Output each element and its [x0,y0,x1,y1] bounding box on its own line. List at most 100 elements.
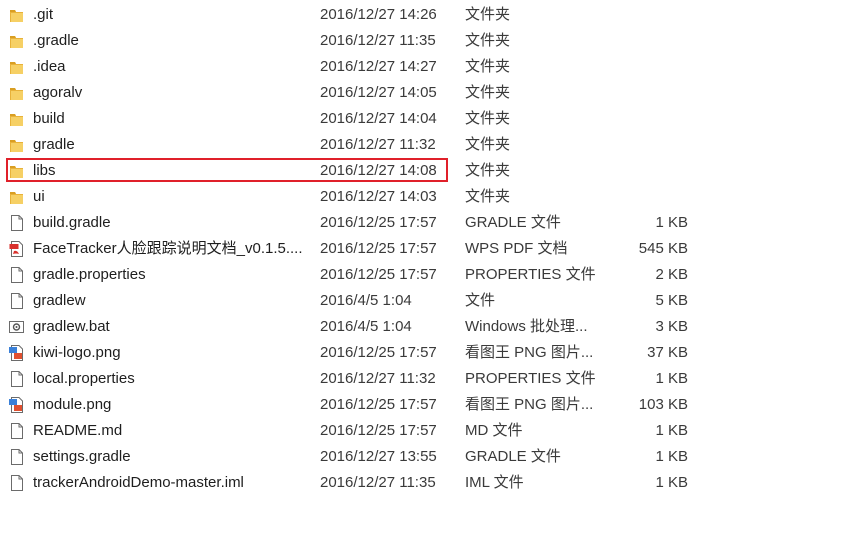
file-row[interactable]: gradlew 2016/4/5 1:04 文件 5 KB [0,288,865,314]
file-icon [9,449,24,465]
file-type: 看图王 PNG 图片... [465,396,594,413]
file-date-modified: 2016/12/25 17:57 [320,422,437,439]
file-type: 文件夹 [465,32,511,49]
folder-icon [9,137,24,153]
file-date-modified: 2016/12/25 17:57 [320,266,437,283]
file-name: gradlew [33,292,86,309]
folder-icon [9,189,24,205]
file-name: .git [33,6,54,23]
file-type: 文件夹 [465,58,511,75]
folder-icon [9,7,24,23]
file-row[interactable]: gradle.properties 2016/12/25 17:57 PROPERT… [0,262,865,288]
file-row[interactable]: libs 2016/12/27 14:08 文件夹 [0,158,865,184]
file-row[interactable]: .gradle 2016/12/27 11:35 文件夹 [0,28,865,54]
file-size: 1 KB [655,370,688,387]
image-icon [9,345,24,361]
file-size: 545 KB [638,240,688,257]
file-type: 文件夹 [465,188,511,205]
file-size: 2 KB [655,266,688,283]
file-date-modified: 2016/4/5 1:04 [320,292,412,309]
file-type: MD 文件 [465,422,523,439]
file-size: 103 KB [638,396,688,413]
file-name: build.gradle [33,214,111,231]
file-type: 文件夹 [465,84,511,101]
file-row[interactable]: README.md 2016/12/25 17:57 MD 文件 1 KB [0,418,865,444]
file-date-modified: 2016/4/5 1:04 [320,318,412,335]
file-name: gradlew.bat [33,318,110,335]
file-date-modified: 2016/12/27 14:04 [320,110,437,127]
file-date-modified: 2016/12/27 14:27 [320,58,437,75]
file-name: .idea [33,58,66,75]
file-row[interactable]: .git 2016/12/27 14:26 文件夹 [0,2,865,28]
file-date-modified: 2016/12/25 17:57 [320,240,437,257]
file-row[interactable]: kiwi-logo.png 2016/12/25 17:57 看图王 PNG 图片.… [0,340,865,366]
file-row[interactable]: build.gradle 2016/12/25 17:57 GRADLE 文件 1 K… [0,210,865,236]
file-list: .git 2016/12/27 14:26 文件夹 .gradle 2016/12/27… [0,2,865,496]
file-icon [9,475,24,491]
file-name: kiwi-logo.png [33,344,121,361]
file-name: FaceTracker人脸跟踪说明文档_v0.1.5.... [33,240,303,257]
file-date-modified: 2016/12/27 14:26 [320,6,437,23]
file-row[interactable]: gradle 2016/12/27 11:32 文件夹 [0,132,865,158]
file-date-modified: 2016/12/27 11:32 [320,370,436,387]
file-name: README.md [33,422,123,439]
file-type: Windows 批处理... [465,318,588,335]
file-name: gradle.properties [33,266,146,283]
file-icon [9,215,24,231]
file-row[interactable]: FaceTracker人脸跟踪说明文档_v0.1.5.... 2016/12/25… [0,236,865,262]
file-name: .gradle [33,32,79,49]
file-row[interactable]: agoralv 2016/12/27 14:05 文件夹 [0,80,865,106]
file-name: agoralv [33,84,83,101]
file-row[interactable]: trackerAndroidDemo-master.iml 2016/12/27 … [0,470,865,496]
file-date-modified: 2016/12/27 14:03 [320,188,437,205]
file-icon [9,267,24,283]
file-size: 1 KB [655,214,688,231]
file-date-modified: 2016/12/27 11:35 [320,32,436,49]
file-type: GRADLE 文件 [465,214,561,231]
file-date-modified: 2016/12/27 13:55 [320,448,437,465]
file-size: 3 KB [655,318,688,335]
file-type: PROPERTIES 文件 [465,266,596,283]
file-size: 1 KB [655,448,688,465]
image-icon [9,397,24,413]
file-row[interactable]: build 2016/12/27 14:04 文件夹 [0,106,865,132]
file-row[interactable]: module.png 2016/12/25 17:57 看图王 PNG 图片... 1… [0,392,865,418]
folder-icon [9,111,24,127]
file-name: libs [33,162,56,179]
file-size: 1 KB [655,422,688,439]
file-type: 文件夹 [465,162,511,179]
file-date-modified: 2016/12/25 17:57 [320,396,437,413]
file-icon [9,371,24,387]
file-date-modified: 2016/12/25 17:57 [320,214,437,231]
folder-icon [9,59,24,75]
bat-icon [9,319,24,335]
file-size: 37 KB [647,344,688,361]
file-size: 5 KB [655,292,688,309]
file-name: settings.gradle [33,448,131,465]
file-type: IML 文件 [465,474,524,491]
file-date-modified: 2016/12/27 11:32 [320,136,436,153]
file-type: WPS PDF 文档 [465,240,568,257]
file-size: 1 KB [655,474,688,491]
folder-icon [9,163,24,179]
file-date-modified: 2016/12/27 11:35 [320,474,436,491]
file-row[interactable]: gradlew.bat 2016/4/5 1:04 Windows 批处理... 3 … [0,314,865,340]
file-name: module.png [33,396,112,413]
file-type: 文件夹 [465,110,511,127]
file-icon [9,293,24,309]
folder-icon [9,33,24,49]
file-icon [9,423,24,439]
file-row[interactable]: ui 2016/12/27 14:03 文件夹 [0,184,865,210]
file-date-modified: 2016/12/27 14:05 [320,84,437,101]
file-name: build [33,110,65,127]
file-row[interactable]: local.properties 2016/12/27 11:32 PROPERTI… [0,366,865,392]
file-name: trackerAndroidDemo-master.iml [33,474,244,491]
file-type: 文件夹 [465,136,511,153]
file-row[interactable]: settings.gradle 2016/12/27 13:55 GRADLE 文件… [0,444,865,470]
file-type: 文件 [465,292,496,309]
file-type: 文件夹 [465,6,511,23]
file-row[interactable]: .idea 2016/12/27 14:27 文件夹 [0,54,865,80]
file-name: ui [33,188,45,205]
file-type: PROPERTIES 文件 [465,370,596,387]
file-type: GRADLE 文件 [465,448,561,465]
